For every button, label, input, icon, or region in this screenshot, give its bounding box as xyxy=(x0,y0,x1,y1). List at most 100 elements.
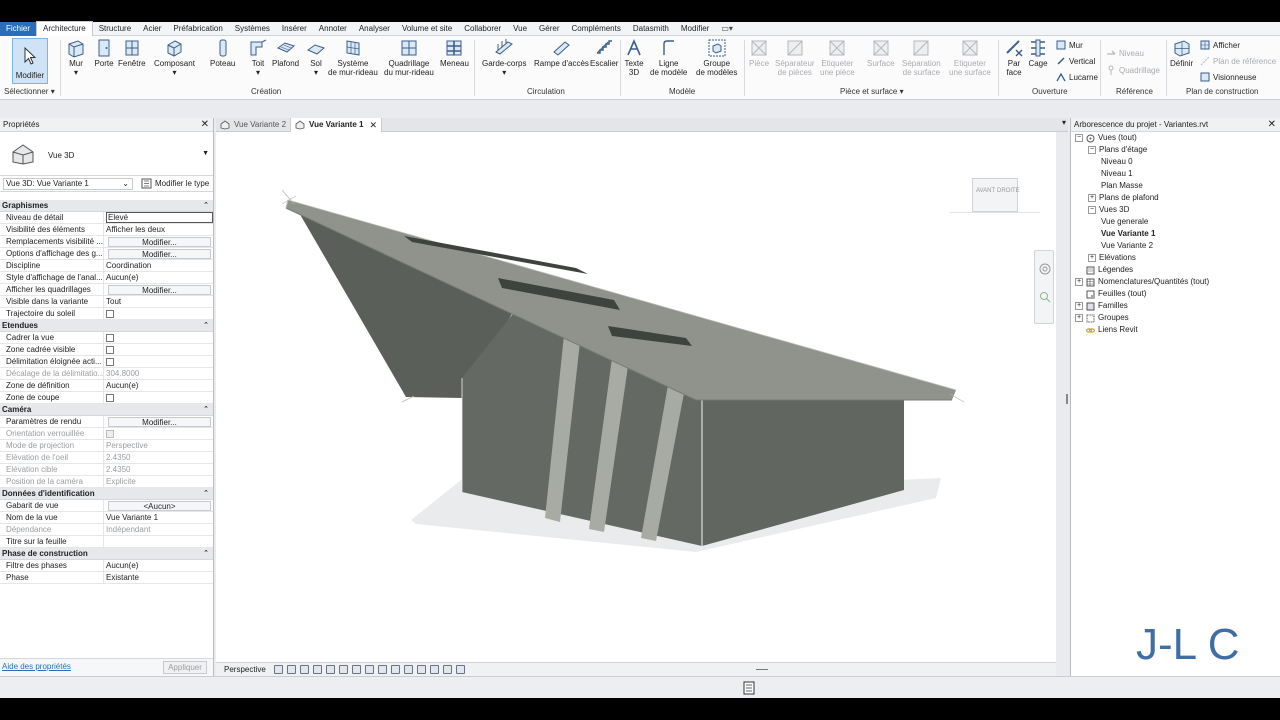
door-button[interactable]: Porte xyxy=(94,38,114,68)
3d-viewport[interactable]: AVANT DROITE xyxy=(216,132,1068,662)
browser-item[interactable]: + Plans de plafond xyxy=(1071,192,1280,204)
property-value[interactable]: Modifier... xyxy=(104,248,213,259)
property-value[interactable]: Vue Variante 1 xyxy=(104,512,213,523)
browser-item[interactable]: + Elévations xyxy=(1071,252,1280,264)
model-text-button[interactable]: Texte 3D xyxy=(624,38,644,77)
ribbon-tab-7[interactable]: Annoter xyxy=(313,22,353,36)
browser-item[interactable]: Vue Variante 1 xyxy=(1071,228,1280,240)
view-tab-0[interactable]: Vue Variante 2 xyxy=(216,118,292,132)
collapse-icon[interactable]: − xyxy=(1075,134,1083,142)
viewcube-front[interactable]: AVANT xyxy=(976,188,995,194)
floor-button[interactable]: Sol ▾ xyxy=(306,38,326,77)
browser-item[interactable]: Niveau 1 xyxy=(1071,168,1280,180)
visual-style-icon[interactable] xyxy=(299,665,309,674)
ribbon-tab-1[interactable]: Architecture xyxy=(36,21,93,36)
properties-section-header[interactable]: Phase de construction ⌃ xyxy=(0,548,213,560)
close-icon[interactable]: ✕ xyxy=(201,118,209,132)
browser-item[interactable]: Niveau 0 xyxy=(1071,156,1280,168)
browser-item[interactable]: Vue Variante 2 xyxy=(1071,240,1280,252)
collapse-icon[interactable]: ⌃ xyxy=(203,548,209,560)
property-value[interactable]: Modifier... xyxy=(104,236,213,247)
show-workplane-button[interactable]: Afficher xyxy=(1200,40,1240,50)
browser-item[interactable]: + Familles xyxy=(1071,300,1280,312)
properties-section-header[interactable]: Etendues ⌃ xyxy=(0,320,213,332)
reference-plane-button[interactable]: Plan de référence xyxy=(1200,56,1276,66)
property-value[interactable]: Modifier... xyxy=(104,284,213,295)
room-separator-button[interactable]: Séparateur de pièces xyxy=(775,38,815,77)
browser-item[interactable]: Plan Masse xyxy=(1071,180,1280,192)
type-selector[interactable]: Vue 3D ▼ xyxy=(0,132,213,176)
area-button[interactable]: Surface xyxy=(867,38,895,68)
chevron-down-icon[interactable]: ▼ xyxy=(202,150,209,157)
collapse-icon[interactable]: ⌃ xyxy=(203,320,209,332)
browser-item[interactable]: Vue generale xyxy=(1071,216,1280,228)
collapse-icon[interactable]: − xyxy=(1088,146,1096,154)
ribbon-tab-5[interactable]: Systèmes xyxy=(229,22,276,36)
ramp-button[interactable]: Rampe d'accès xyxy=(534,38,589,68)
sun-path-icon[interactable] xyxy=(312,665,322,674)
ribbon-tab-9[interactable]: Volume et site xyxy=(396,22,458,36)
expand-icon[interactable]: + xyxy=(1088,254,1096,262)
roof-button[interactable]: Toit ▾ xyxy=(248,38,268,77)
viewer-button[interactable]: Visionneuse xyxy=(1200,72,1256,82)
browser-item[interactable]: + Nomenclatures/Quantités (tout) xyxy=(1071,276,1280,288)
area-boundary-button[interactable]: Séparation de surface xyxy=(902,38,941,77)
ribbon-tab-4[interactable]: Préfabrication xyxy=(167,22,228,36)
splitter-handle[interactable] xyxy=(1066,394,1068,404)
instance-filter-dropdown[interactable]: Vue 3D: Vue Variante 1 ⌄ xyxy=(3,177,133,190)
viewcube-right[interactable]: DROITE xyxy=(997,188,1020,194)
browser-item[interactable]: − Vues (tout) xyxy=(1071,132,1280,144)
collapse-icon[interactable]: ⌃ xyxy=(203,200,209,212)
window-button[interactable]: Fenêtre xyxy=(118,38,146,68)
property-value[interactable]: Modifier... xyxy=(104,416,213,427)
steering-wheel-icon[interactable] xyxy=(1039,263,1051,275)
room-area-group-dropdown[interactable]: Pièce et surface ▾ xyxy=(840,87,904,96)
property-value[interactable] xyxy=(104,356,213,367)
crop-view-icon[interactable] xyxy=(351,665,361,674)
zoom-icon[interactable] xyxy=(1039,291,1051,303)
scale-icon[interactable] xyxy=(273,665,283,674)
edit-button[interactable]: Modifier... xyxy=(108,285,211,295)
ribbon-tab-13[interactable]: Compléments xyxy=(566,22,627,36)
ribbon-tab-6[interactable]: Insérer xyxy=(276,22,313,36)
model-group-button[interactable]: Groupe de modèles xyxy=(696,38,737,77)
analysis-icon[interactable] xyxy=(416,665,426,674)
viewcube[interactable]: AVANT DROITE xyxy=(972,178,1020,212)
edit-type-button[interactable]: Modifier le type xyxy=(141,178,209,189)
detail-level-icon[interactable] xyxy=(286,665,296,674)
dormer-button[interactable]: Lucarne xyxy=(1056,72,1098,82)
edit-button[interactable]: <Aucun> xyxy=(108,501,211,511)
stair-button[interactable]: Escalier xyxy=(590,38,618,68)
view-tab-1[interactable]: Vue Variante 1 ✕ xyxy=(291,118,382,132)
constraints-icon[interactable] xyxy=(442,665,452,674)
property-value[interactable]: Aucun(e) xyxy=(104,272,213,283)
ribbon-tab-14[interactable]: Datasmith xyxy=(627,22,675,36)
lock-view-icon[interactable] xyxy=(377,665,387,674)
modify-button[interactable]: Modifier xyxy=(12,38,48,84)
expand-icon[interactable]: + xyxy=(1075,302,1083,310)
component-button[interactable]: Composant ▾ xyxy=(154,38,195,77)
collapse-icon[interactable]: − xyxy=(1088,206,1096,214)
property-checkbox[interactable] xyxy=(106,334,114,342)
collapse-icon[interactable]: ⌃ xyxy=(203,488,209,500)
by-face-button[interactable]: Par face xyxy=(1004,38,1024,77)
property-value[interactable]: <Aucun> xyxy=(104,500,213,511)
variant-icon[interactable] xyxy=(455,665,465,674)
vertical-opening-button[interactable]: Vertical xyxy=(1056,56,1095,66)
show-crop-icon[interactable] xyxy=(364,665,374,674)
property-value[interactable]: Existante xyxy=(104,572,213,583)
property-checkbox[interactable] xyxy=(106,358,114,366)
property-value[interactable] xyxy=(104,332,213,343)
property-value[interactable]: Aucun(e) xyxy=(104,380,213,391)
browser-item[interactable]: + Groupes xyxy=(1071,312,1280,324)
browser-item[interactable]: − Vues 3D xyxy=(1071,204,1280,216)
wall-button[interactable]: Mur ▾ xyxy=(66,38,86,77)
property-value[interactable] xyxy=(104,308,213,319)
quick-access-dropdown-icon[interactable]: ▭▾ xyxy=(721,24,733,33)
expand-icon[interactable]: + xyxy=(1075,278,1083,286)
railing-button[interactable]: Garde-corps ▾ xyxy=(482,38,526,77)
property-field[interactable]: Elevé xyxy=(106,212,213,223)
mullion-button[interactable]: Meneau xyxy=(440,38,469,68)
highlight-icon[interactable] xyxy=(429,665,439,674)
room-button[interactable]: Pièce xyxy=(749,38,769,68)
